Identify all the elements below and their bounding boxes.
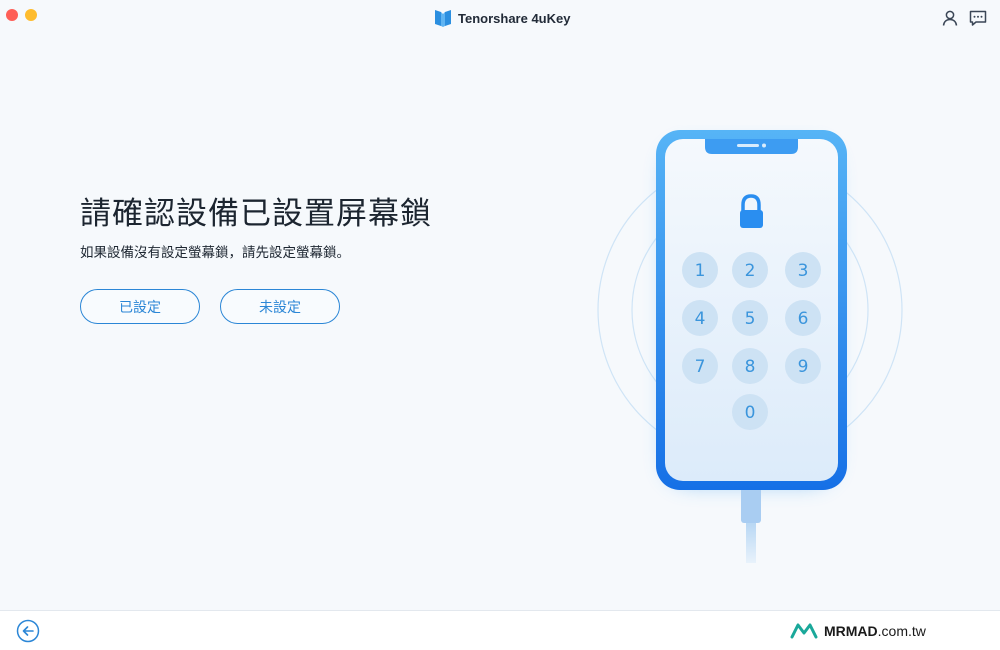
keypad-key-label: 0 xyxy=(745,403,756,423)
phone-illustration: 1 2 3 4 5 6 7 8 9 0 xyxy=(597,130,903,563)
keypad-key-label: 9 xyxy=(798,357,809,377)
not-set-button[interactable]: 未設定 xyxy=(220,289,340,324)
cable-icon xyxy=(746,523,756,563)
watermark-domain: .com.tw xyxy=(877,623,926,639)
instruction-text: 如果設備沒有設定螢幕鎖，請先設定螢幕鎖。 xyxy=(80,245,350,261)
footer-bar: MRMAD.com.tw xyxy=(0,610,1000,650)
app-name: Tenorshare 4uKey xyxy=(458,10,571,26)
minimize-window-button[interactable] xyxy=(25,9,37,21)
close-window-button[interactable] xyxy=(6,9,18,21)
keypad-key-label: 4 xyxy=(695,309,706,329)
back-arrow-icon[interactable] xyxy=(16,619,40,643)
title-bar: Tenorshare 4uKey xyxy=(0,0,1000,34)
keypad-key-label: 2 xyxy=(745,261,756,281)
keypad-key-label: 7 xyxy=(695,357,706,377)
watermark: MRMAD.com.tw xyxy=(790,622,926,640)
feedback-icon[interactable] xyxy=(969,9,987,27)
keypad-key-label: 3 xyxy=(798,261,809,281)
page-title: 請確認設備已設置屏幕鎖 xyxy=(80,196,432,232)
keypad-key-label: 5 xyxy=(745,309,756,329)
watermark-text: MRMAD.com.tw xyxy=(824,623,926,639)
user-icon[interactable] xyxy=(941,9,959,27)
already-set-button[interactable]: 已設定 xyxy=(80,289,200,324)
keypad-key-label: 8 xyxy=(745,357,756,377)
cable-connector xyxy=(741,487,761,523)
watermark-brand: MRMAD xyxy=(824,623,878,639)
mrmad-logo-icon xyxy=(790,623,818,639)
app-title: Tenorshare 4uKey xyxy=(434,8,570,28)
keypad-key-label: 1 xyxy=(695,261,706,281)
keypad-key-label: 6 xyxy=(798,309,809,329)
4ukey-logo-icon xyxy=(435,10,451,27)
